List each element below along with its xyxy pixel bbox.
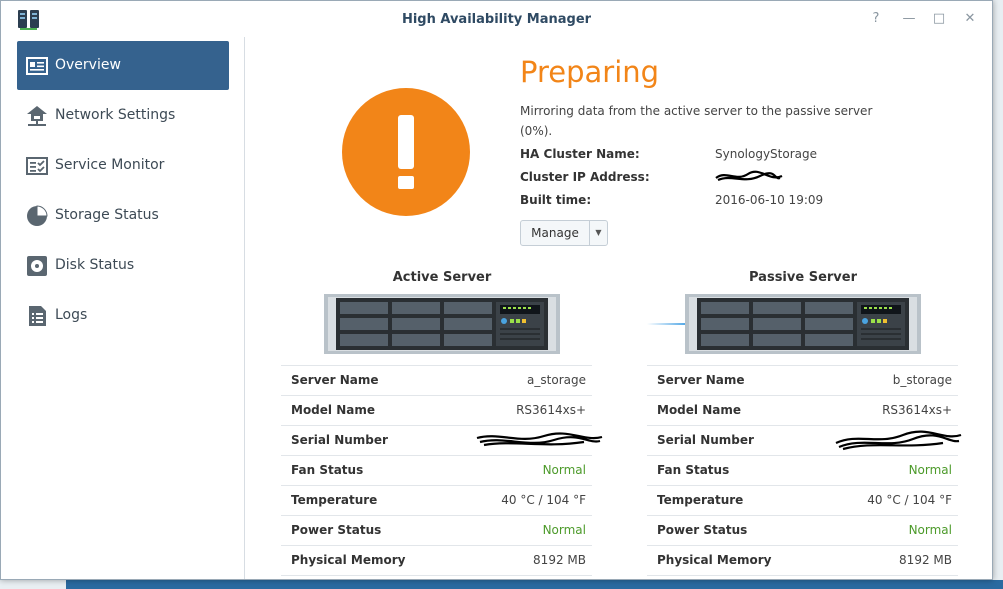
sidebar-item-disk-status[interactable]: Disk Status xyxy=(17,241,229,290)
row-label: Temperature xyxy=(657,493,744,507)
table-row: Power Status Normal xyxy=(281,515,592,545)
row-value: 8192 MB xyxy=(533,553,586,567)
row-label: Model Name xyxy=(291,403,375,417)
row-value: 8192 MB xyxy=(899,553,952,567)
sidebar-item-storage-status[interactable]: Storage Status xyxy=(17,191,229,240)
status-title: Preparing xyxy=(520,55,660,89)
sidebar-item-label: Logs xyxy=(55,307,88,323)
table-row: Server Name b_storage xyxy=(647,365,958,395)
redaction-scribble xyxy=(835,430,962,451)
manage-button[interactable]: Manage ▼ xyxy=(520,220,608,246)
desktop-taskbar-strip xyxy=(0,580,1003,589)
desktop-background xyxy=(993,0,1003,589)
row-label: Fan Status xyxy=(657,463,730,477)
redaction-scribble xyxy=(715,170,783,182)
row-label: Power Status xyxy=(291,523,382,537)
row-value: b_storage xyxy=(892,373,952,387)
disk-icon xyxy=(27,256,47,276)
help-icon: ? xyxy=(872,11,880,26)
table-row: Server Name a_storage xyxy=(281,365,592,395)
power-status-value: Normal xyxy=(908,523,952,537)
replication-link-line xyxy=(647,323,685,325)
sidebar-item-label: Overview xyxy=(55,57,121,73)
passive-server-table: Server Name b_storage Model Name RS3614xs+… xyxy=(647,365,962,576)
table-row: Power Status Normal xyxy=(647,515,958,545)
row-label: Serial Number xyxy=(291,433,388,447)
row-value: 40 °C / 104 °F xyxy=(867,493,952,507)
close-button[interactable]: ✕ xyxy=(961,10,979,28)
sidebar-item-label: Disk Status xyxy=(55,257,135,273)
row-value: a_storage xyxy=(527,373,586,387)
table-row: Temperature 40 °C / 104 °F xyxy=(281,485,592,515)
row-label: Physical Memory xyxy=(657,553,772,567)
table-row: Serial Number xyxy=(281,425,603,455)
minimize-button[interactable]: — xyxy=(900,10,918,28)
redaction-scribble xyxy=(476,432,603,447)
table-row: Fan Status Normal xyxy=(281,455,592,485)
table-row: Serial Number xyxy=(647,425,962,455)
table-row: Model Name RS3614xs+ xyxy=(647,395,958,425)
row-label: Server Name xyxy=(291,373,379,387)
row-label: Power Status xyxy=(657,523,748,537)
sidebar-item-overview[interactable]: Overview xyxy=(17,41,229,90)
cluster-name-value: SynologyStorage xyxy=(715,147,818,161)
maximize-icon: □ xyxy=(932,11,946,26)
service-monitor-icon xyxy=(26,157,48,175)
cluster-ip-label: Cluster IP Address: xyxy=(520,170,650,184)
overview-icon xyxy=(26,57,48,75)
title-bar[interactable]: High Availability Manager ? — □ ✕ xyxy=(1,1,992,37)
table-row: Model Name RS3614xs+ xyxy=(281,395,592,425)
chevron-down-icon[interactable]: ▼ xyxy=(590,221,607,245)
minimize-icon: — xyxy=(902,11,916,26)
sidebar-item-service-monitor[interactable]: Service Monitor xyxy=(17,141,229,190)
close-icon: ✕ xyxy=(964,11,976,26)
storage-pie-icon xyxy=(27,205,48,226)
row-label: Server Name xyxy=(657,373,745,387)
active-server-rack-icon xyxy=(324,294,560,354)
row-value: RS3614xs+ xyxy=(882,403,952,417)
row-label: Physical Memory xyxy=(291,553,406,567)
sidebar-item-label: Storage Status xyxy=(55,207,159,223)
network-icon xyxy=(27,106,47,126)
exclamation-dot xyxy=(398,176,414,189)
row-value: 40 °C / 104 °F xyxy=(501,493,586,507)
built-time-value: 2016-06-10 19:09 xyxy=(715,193,824,207)
row-value: RS3614xs+ xyxy=(516,403,586,417)
table-row: Temperature 40 °C / 104 °F xyxy=(647,485,958,515)
row-label: Fan Status xyxy=(291,463,364,477)
manage-button-label[interactable]: Manage xyxy=(521,221,589,245)
fan-status-value: Normal xyxy=(908,463,952,477)
sidebar-item-network-settings[interactable]: Network Settings xyxy=(17,91,229,140)
sidebar-item-label: Service Monitor xyxy=(55,157,165,173)
sidebar-item-label: Network Settings xyxy=(55,107,176,123)
logs-icon xyxy=(29,306,46,326)
maximize-button[interactable]: □ xyxy=(930,10,948,28)
warning-status-icon xyxy=(342,88,470,216)
window-title: High Availability Manager xyxy=(401,12,592,27)
power-status-value: Normal xyxy=(542,523,586,537)
passive-server-title: Passive Server xyxy=(749,270,857,285)
table-row: Physical Memory 8192 MB xyxy=(647,545,958,576)
table-row: Fan Status Normal xyxy=(647,455,958,485)
row-label: Serial Number xyxy=(657,433,754,447)
cluster-name-label: HA Cluster Name: xyxy=(520,147,640,161)
active-server-title: Active Server xyxy=(392,270,492,285)
row-label: Model Name xyxy=(657,403,741,417)
ha-manager-window: High Availability Manager ? — □ ✕ Overvi… xyxy=(0,0,993,580)
built-time-label: Built time: xyxy=(520,193,592,207)
table-row: Physical Memory 8192 MB xyxy=(281,545,592,576)
help-button[interactable]: ? xyxy=(867,10,885,28)
status-description: Mirroring data from the active server to… xyxy=(520,104,873,138)
active-server-table: Server Name a_storage Model Name RS3614xs+… xyxy=(281,365,603,576)
exclamation-icon xyxy=(398,115,414,169)
fan-status-value: Normal xyxy=(542,463,586,477)
passive-server-rack-icon xyxy=(685,294,921,354)
sidebar-item-logs[interactable]: Logs xyxy=(17,291,229,340)
desktop-taskbar-item xyxy=(0,580,66,589)
row-label: Temperature xyxy=(291,493,378,507)
sidebar: Overview Network Settings Service Monito… xyxy=(1,37,245,579)
